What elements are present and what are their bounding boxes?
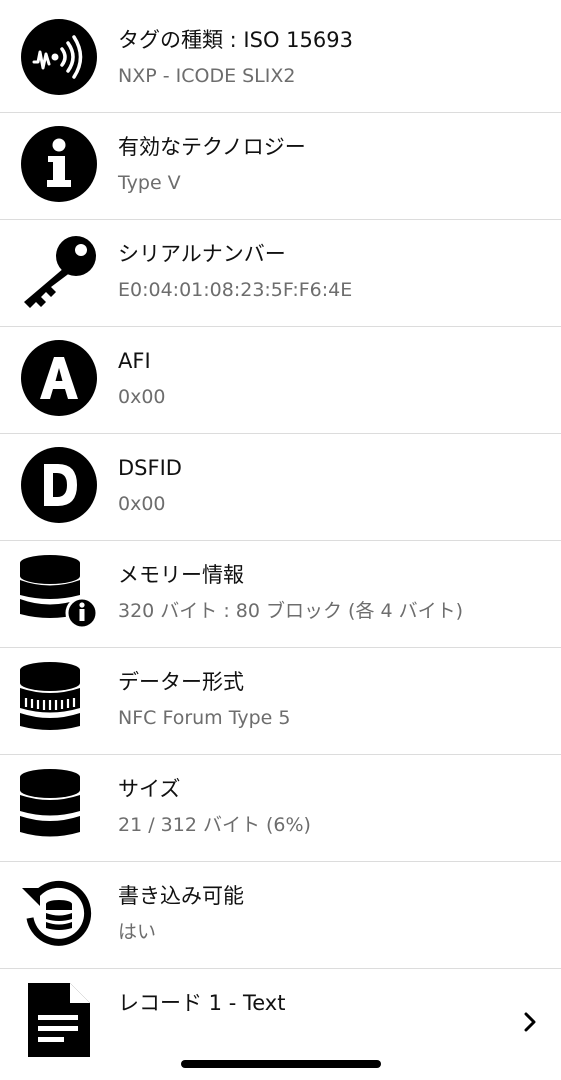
database-rewrite-icon — [20, 874, 98, 952]
row-title: メモリー情報 — [118, 563, 244, 587]
row-value: NFC Forum Type 5 — [118, 707, 291, 729]
row-title: サイズ — [118, 777, 181, 801]
row-title: 書き込み可能 — [118, 884, 244, 908]
row-value: E0:04:01:08:23:5F:F6:4E — [118, 279, 353, 301]
list-item-tag-type: タグの種類 : ISO 15693 NXP - ICODE SLIX2 — [0, 6, 561, 112]
row-value: Type V — [118, 172, 181, 194]
row-title: AFI — [118, 349, 151, 373]
tag-info-list: タグの種類 : ISO 15693 NXP - ICODE SLIX2 有効なテ… — [0, 6, 561, 1079]
row-title: 有効なテクノロジー — [118, 135, 306, 159]
list-item-serial-number: シリアルナンバー E0:04:01:08:23:5F:F6:4E — [0, 219, 561, 326]
key-icon — [20, 232, 98, 310]
chevron-right-icon[interactable] — [519, 1011, 541, 1033]
database-format-icon — [20, 660, 98, 738]
row-value: 0x00 — [118, 386, 166, 408]
database-info-icon — [20, 553, 98, 631]
letter-a-icon — [20, 339, 98, 417]
list-item-size: サイズ 21 / 312 バイト (6%) — [0, 754, 561, 861]
document-icon — [20, 981, 98, 1059]
row-title: DSFID — [118, 456, 182, 480]
list-item-dsfid: DSFID 0x00 — [0, 433, 561, 540]
tag-info-screen: タグの種類 : ISO 15693 NXP - ICODE SLIX2 有効なテ… — [0, 0, 561, 1080]
list-item-data-format: データー形式 NFC Forum Type 5 — [0, 647, 561, 754]
row-value: 21 / 312 バイト (6%) — [118, 814, 311, 836]
row-title: シリアルナンバー — [118, 242, 286, 266]
row-value: 0x00 — [118, 493, 166, 515]
row-title: タグの種類 : ISO 15693 — [118, 28, 353, 52]
list-item-writable: 書き込み可能 はい — [0, 861, 561, 968]
list-item-technology: 有効なテクノロジー Type V — [0, 112, 561, 219]
row-title: データー形式 — [118, 670, 244, 694]
nfc-signal-icon — [20, 18, 98, 96]
database-icon — [20, 767, 98, 845]
list-item-memory-info: メモリー情報 320 バイト : 80 ブロック (各 4 バイト) — [0, 540, 561, 647]
row-value: はい — [118, 921, 157, 943]
info-icon — [20, 125, 98, 203]
home-indicator[interactable] — [181, 1060, 381, 1068]
list-item-afi: AFI 0x00 — [0, 326, 561, 433]
letter-d-icon — [20, 446, 98, 524]
row-value: 320 バイト : 80 ブロック (各 4 バイト) — [118, 600, 464, 622]
row-value: NXP - ICODE SLIX2 — [118, 65, 296, 87]
row-title: レコード 1 - Text — [118, 991, 286, 1015]
